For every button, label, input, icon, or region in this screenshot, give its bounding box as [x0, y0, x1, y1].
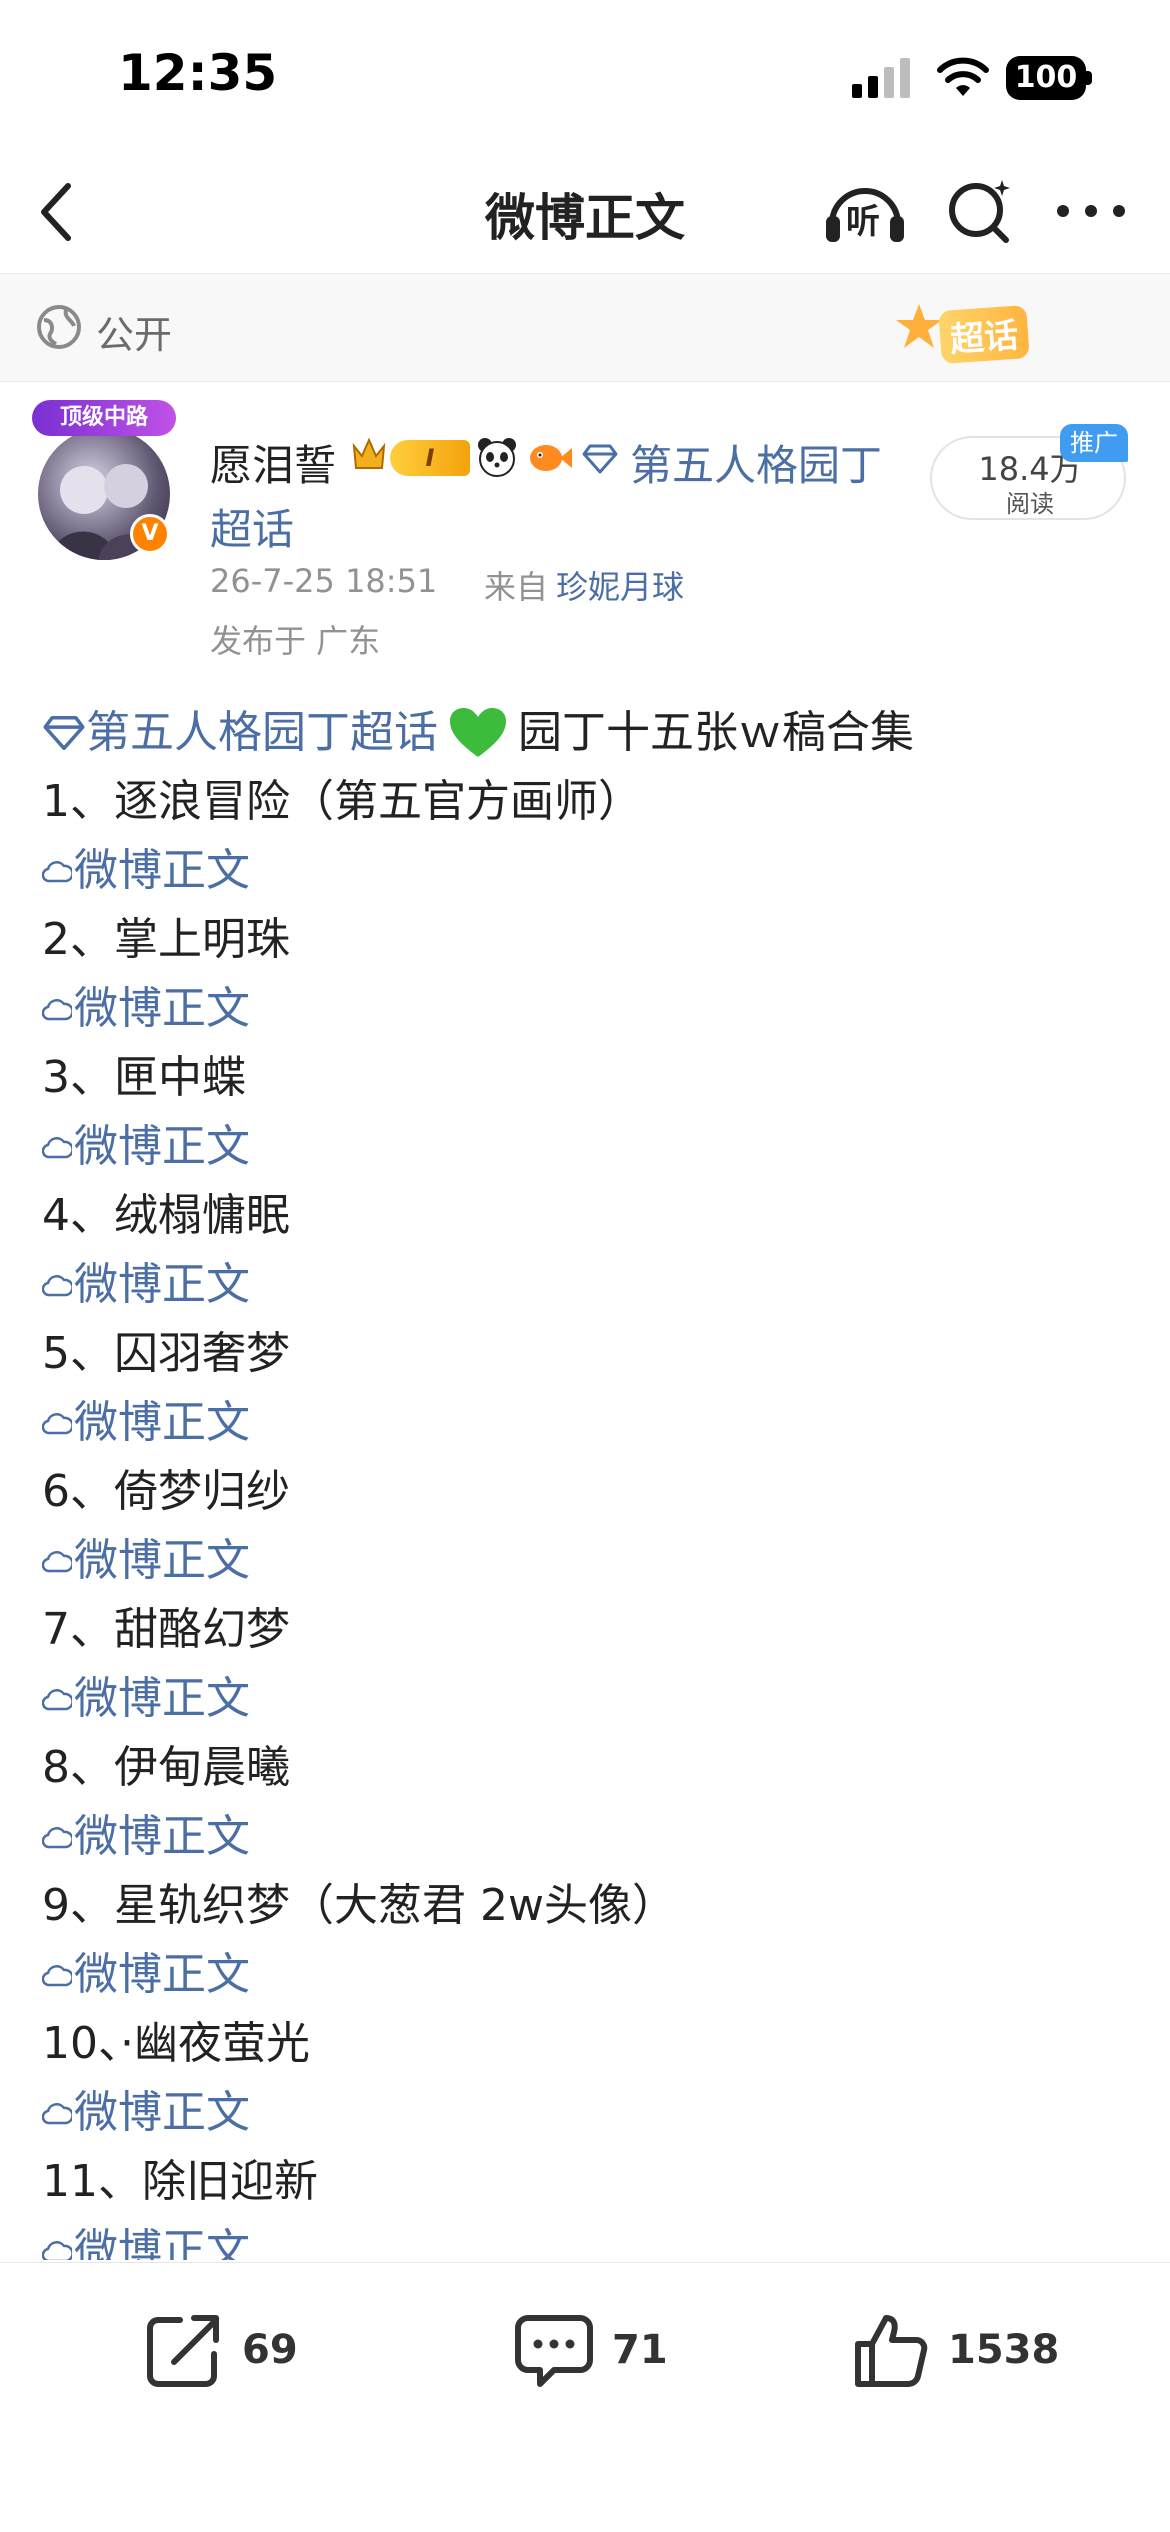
post-item-link-label: 微博正文	[74, 2087, 250, 2138]
post-item: 8、伊甸晨曦	[42, 1742, 290, 1793]
post-item-link[interactable]: 微博正文	[42, 1388, 1132, 1457]
post-item: 11、除旧迎新	[42, 2156, 318, 2207]
supertopic-link-suffix[interactable]: 超话	[210, 496, 294, 557]
weibo-link-icon	[42, 1136, 72, 1158]
visibility-row: 公开 超话	[0, 274, 1170, 382]
post-item: 3、匣中蝶	[42, 1052, 246, 1103]
listen-button[interactable]: 听	[822, 172, 908, 252]
post-item: 10、·幽夜萤光	[42, 2018, 310, 2069]
post-item: 4、绒榻慵眠	[42, 1190, 290, 1241]
weibo-link-icon	[42, 1964, 72, 1986]
post-item-link-label: 微博正文	[74, 983, 250, 1034]
post-item: 5、囚羽奢梦	[42, 1328, 290, 1379]
share-button[interactable]: 69	[144, 2307, 298, 2393]
wifi-icon	[937, 57, 989, 96]
post-item-link[interactable]: 微博正文	[42, 2078, 1132, 2147]
post-time: 26-7-25 18:51	[210, 562, 438, 600]
like-button[interactable]: 1538	[850, 2307, 1059, 2393]
read-label: 阅读	[1006, 490, 1054, 518]
post-source-link[interactable]: 珍妮月球	[556, 562, 684, 608]
supertopic-badge[interactable]: 超话	[892, 294, 1072, 366]
share-count: 69	[242, 2327, 298, 2373]
supertopic-link[interactable]: 第五人格园丁	[630, 432, 882, 493]
weibo-link-icon	[42, 998, 72, 1020]
comment-icon	[515, 2315, 593, 2387]
post-item-link-label: 微博正文	[74, 845, 250, 896]
post-item: 1、逐浪冒险（第五官方画师）	[42, 776, 642, 827]
listen-label: 听	[846, 202, 880, 242]
post-item-link[interactable]: 微博正文	[42, 2216, 1132, 2260]
post-location: 发布于 广东	[210, 622, 381, 660]
post-item-link-label: 微博正文	[74, 1121, 250, 1172]
post-item-link-label: 微博正文	[74, 1673, 250, 1724]
supertopic-badge-label: 超话	[938, 304, 1030, 365]
promo-badge: 推广	[1060, 424, 1128, 462]
verified-badge: V	[130, 514, 170, 554]
post-intro-text: 园丁十五张ｗ稿合集	[518, 707, 914, 758]
supertopic-diamond-icon	[43, 715, 85, 750]
weibo-link-icon	[42, 1688, 72, 1710]
post-item-link[interactable]: 微博正文	[42, 1940, 1132, 2009]
comment-count: 71	[612, 2327, 668, 2373]
post-topic-link[interactable]: 第五人格园丁超话	[86, 698, 438, 767]
weibo-link-icon	[42, 1412, 72, 1434]
post-item-link-label: 微博正文	[74, 1949, 250, 2000]
weibo-link-icon	[42, 860, 72, 882]
avatar-frame: 顶级中路	[32, 400, 176, 440]
post-item-link[interactable]: 微博正文	[42, 1664, 1132, 1733]
battery-icon: 100	[1006, 56, 1092, 100]
post-item-link-label: 微博正文	[74, 2225, 250, 2260]
cellular-signal-icon	[852, 58, 910, 98]
fish-icon	[530, 445, 572, 471]
post-item-link[interactable]: 微博正文	[42, 1526, 1132, 1595]
green-heart-icon	[450, 707, 506, 757]
battery-level: 100	[1006, 56, 1086, 100]
author-name[interactable]: 愿泪誓	[210, 432, 336, 493]
post-item: 9、星轨织梦（大葱君 2w头像）	[42, 1880, 676, 1931]
post-item-link-label: 微博正文	[74, 1397, 250, 1448]
post-source-prefix: 来自	[484, 568, 549, 606]
post-item-link[interactable]: 微博正文	[42, 836, 1132, 905]
post-intro: 第五人格园丁超话 园丁十五张ｗ稿合集	[42, 698, 1132, 767]
weibo-link-icon	[42, 1274, 72, 1296]
post-item-link-label: 微博正文	[74, 1259, 250, 1310]
post-item-link[interactable]: 微博正文	[42, 974, 1132, 1043]
level-badge: I	[390, 440, 470, 476]
post-item: 6、倚梦归纱	[42, 1466, 290, 1517]
like-count: 1538	[948, 2327, 1060, 2373]
weibo-link-icon	[42, 1826, 72, 1848]
post-item-link-label: 微博正文	[74, 1535, 250, 1586]
post-items-list: 1、逐浪冒险（第五官方画师） 微博正文 2、掌上明珠 微博正文 3、匣中蝶 微博正文 4、绒…	[42, 767, 1132, 2260]
weibo-link-icon	[42, 2102, 72, 2124]
supertopic-diamond-icon	[582, 444, 618, 474]
post-item-link[interactable]: 微博正文	[42, 1250, 1132, 1319]
weibo-link-icon	[42, 2240, 72, 2260]
more-icon[interactable]	[1054, 196, 1128, 226]
weibo-link-icon	[42, 1550, 72, 1572]
post-item: 2、掌上明珠	[42, 914, 290, 965]
avatar-frame-label: 顶级中路	[32, 400, 176, 436]
panda-icon	[478, 438, 516, 477]
comment-button[interactable]: 71	[514, 2307, 668, 2393]
action-bar: 69 71 1538	[0, 2262, 1170, 2532]
status-bar: 12:35 100	[0, 0, 1170, 150]
post-item-link[interactable]: 微博正文	[42, 1112, 1132, 1181]
thumbs-up-icon	[855, 2315, 928, 2387]
post-item-link-label: 微博正文	[74, 1811, 250, 1862]
star-icon	[896, 304, 942, 348]
status-time: 12:35	[118, 44, 278, 102]
post-body: 第五人格园丁超话 园丁十五张ｗ稿合集 1、逐浪冒险（第五官方画师） 微博正文 2、掌…	[42, 698, 1132, 2260]
post-item-link[interactable]: 微博正文	[42, 1802, 1132, 1871]
post-item: 7、甜酪幻梦	[42, 1604, 290, 1655]
crown-icon	[352, 437, 386, 469]
search-icon[interactable]	[944, 174, 1014, 248]
nav-bar: 微博正文 听	[0, 150, 1170, 274]
share-icon	[147, 2315, 219, 2387]
visibility-label: 公开	[96, 313, 173, 357]
globe-icon	[37, 305, 81, 349]
